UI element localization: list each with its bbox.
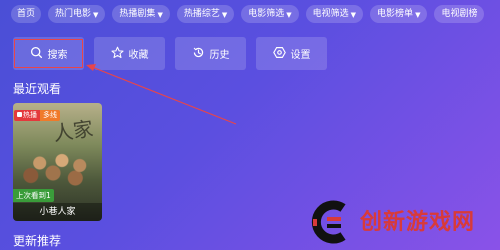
chip-label: 电视剧榜 [441, 9, 478, 19]
chip-label: 热播综艺 [183, 9, 220, 19]
poster-card[interactable]: 人家 热播 多线 上次看到1 小巷人家 [13, 103, 102, 221]
recommend-section-title: 更新推荐 [13, 234, 62, 248]
search-label: 搜索 [47, 50, 68, 61]
dropdown-icon: ▼ [157, 11, 163, 19]
dropdown-icon: ▼ [221, 11, 228, 19]
chip-tv-rank[interactable]: 电视剧榜 [434, 5, 485, 23]
chip-label: 电影榜单 [377, 9, 414, 19]
dropdown-icon: ▼ [415, 11, 421, 19]
chip-hot-series[interactable]: 热播剧集 ▼ [112, 5, 170, 23]
history-button[interactable]: 历史 [175, 37, 246, 70]
favorites-label: 收藏 [128, 50, 149, 61]
poster-image [13, 143, 102, 193]
recent-section-title: 最近观看 [13, 82, 62, 96]
history-icon [192, 46, 205, 62]
watermark-c-icon [311, 200, 346, 244]
watermark-logo: 创新游戏网 [307, 199, 497, 247]
hot-badge: 热播 [14, 110, 40, 121]
dropdown-icon: ▼ [93, 11, 99, 19]
star-icon [110, 46, 124, 62]
favorites-button[interactable]: 收藏 [94, 37, 165, 70]
chip-tv-filter[interactable]: 电视筛选 ▼ [305, 5, 364, 23]
quick-actions: 搜索 收藏 历史 设置 [13, 37, 327, 70]
chip-label: 热播剧集 [119, 9, 156, 19]
dropdown-icon: ▼ [350, 11, 357, 19]
chip-label: 首页 [17, 9, 36, 19]
poster-title: 小巷人家 [13, 203, 102, 221]
multi-line-badge: 多线 [40, 110, 60, 121]
chip-hot-variety[interactable]: 热播综艺 ▼ [176, 5, 235, 23]
settings-button[interactable]: 设置 [256, 37, 327, 70]
chip-label: 电视筛选 [312, 9, 349, 19]
poster-badges: 热播 多线 [14, 110, 60, 121]
search-icon [30, 46, 43, 62]
chip-movie-rank[interactable]: 电影榜单 ▼ [370, 5, 428, 23]
chip-label: 热门电影 [55, 9, 92, 19]
chip-home[interactable]: 首页 [11, 5, 42, 23]
watermark-text: 创新游戏网 [360, 210, 476, 235]
watch-progress-label: 上次看到1 [13, 189, 54, 202]
history-label: 历史 [209, 50, 230, 61]
chip-movie-filter[interactable]: 电影筛选 ▼ [241, 5, 299, 23]
search-button[interactable]: 搜索 [13, 37, 84, 70]
filter-bar: 首页 热门电影 ▼ 热播剧集 ▼ 热播综艺 ▼ 电影筛选 ▼ 电视筛选 ▼ 电影榜单 ▼ 电… [11, 5, 500, 23]
gear-icon [272, 46, 286, 62]
settings-label: 设置 [290, 50, 311, 61]
chip-hot-movies[interactable]: 热门电影 ▼ [48, 5, 106, 23]
dropdown-icon: ▼ [286, 11, 292, 19]
chip-label: 电影筛选 [248, 9, 285, 19]
